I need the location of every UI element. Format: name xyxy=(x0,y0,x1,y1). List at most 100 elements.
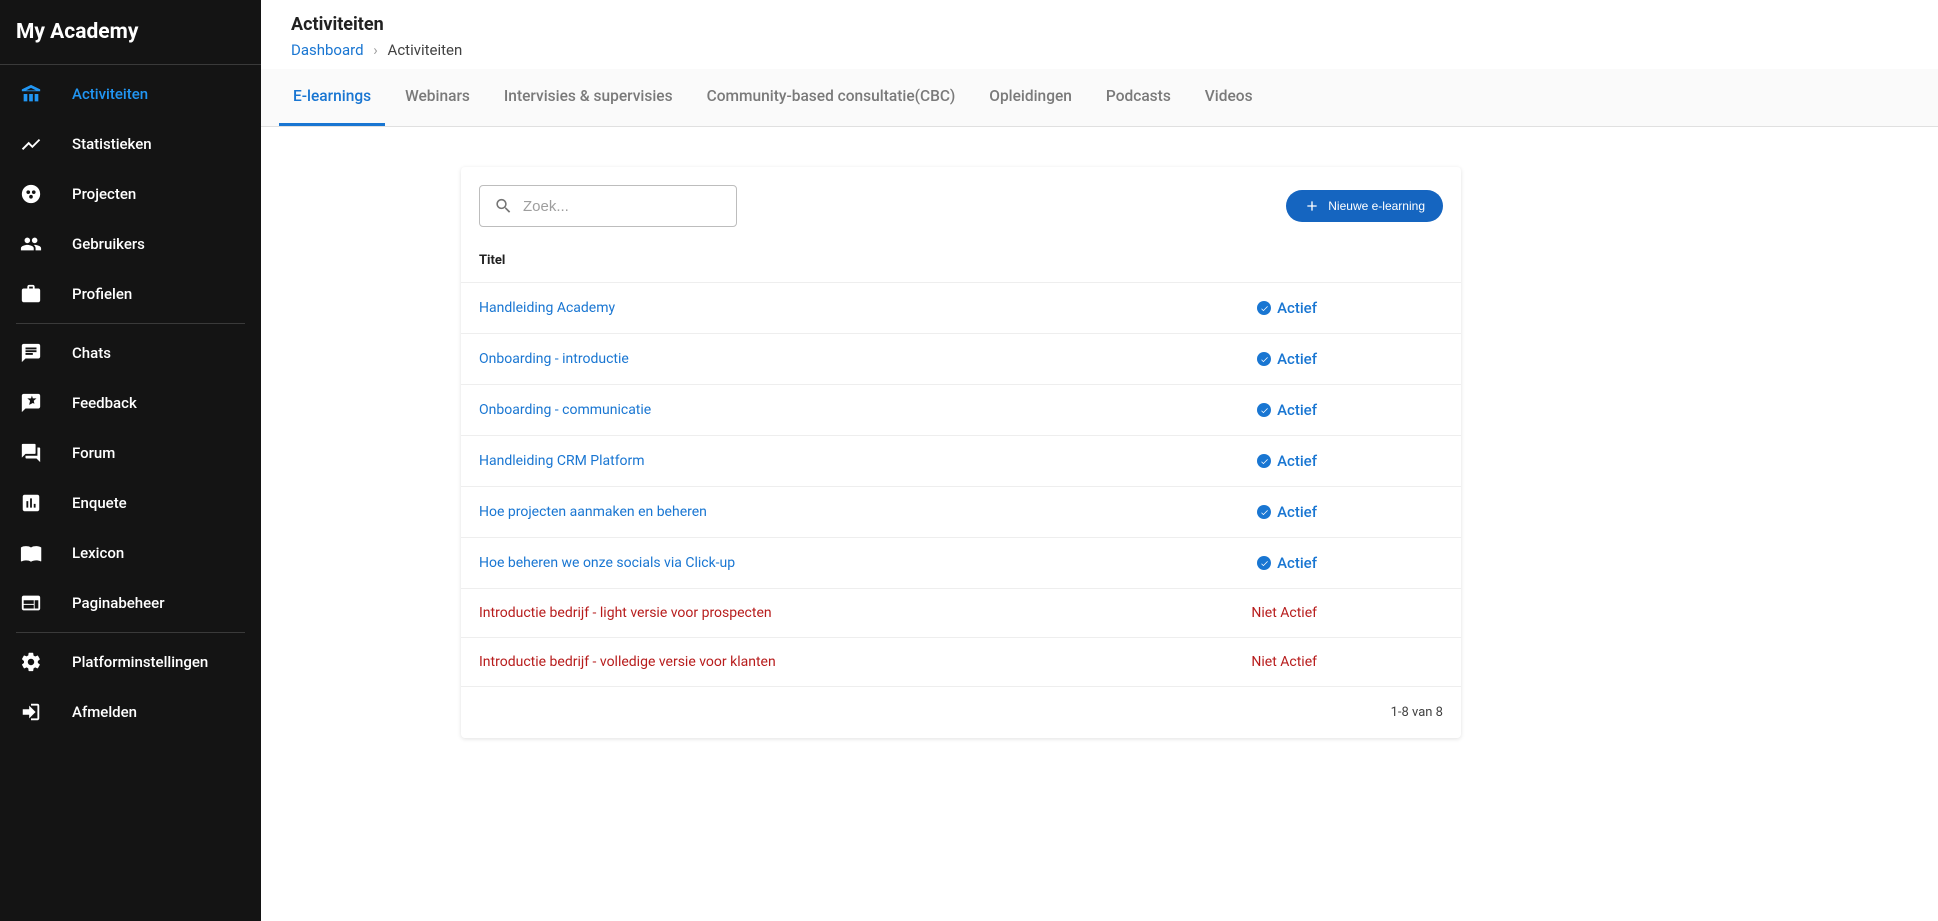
main: Activiteiten Dashboard › Activiteiten E-… xyxy=(261,0,1938,921)
status-badge: Niet Actief xyxy=(1251,654,1317,670)
sidebar-nav: Activiteiten Statistieken Projecten Gebruik… xyxy=(0,65,261,921)
breadcrumb-dashboard-link[interactable]: Dashboard xyxy=(291,41,364,59)
new-elearning-button[interactable]: Nieuwe e-learning xyxy=(1286,190,1443,222)
sidebar: My Academy Activiteiten Statistieken Proje… xyxy=(0,0,261,921)
web-icon xyxy=(20,592,42,614)
breadcrumb-separator: › xyxy=(367,41,384,59)
elearning-title-link[interactable]: Handleiding CRM Platform xyxy=(479,453,645,469)
exit-icon xyxy=(20,701,42,723)
sidebar-item-label: Chats xyxy=(72,344,111,362)
tab-community-based-consultatie-cbc-[interactable]: Community-based consultatie(CBC) xyxy=(693,69,970,126)
sidebar-item-label: Activiteiten xyxy=(72,85,148,103)
table-pagination: 1-8 van 8 xyxy=(461,686,1461,738)
sidebar-item-label: Feedback xyxy=(72,394,137,412)
book-icon xyxy=(20,542,42,564)
tab-videos[interactable]: Videos xyxy=(1191,69,1267,126)
table-row: Hoe projecten aanmaken en beheren Actief xyxy=(461,486,1461,537)
nav-divider xyxy=(16,323,245,324)
status-badge: Actief xyxy=(1257,401,1317,419)
sidebar-item-label: Paginabeheer xyxy=(72,594,165,612)
tabs-bar: E-learningsWebinarsIntervisies & supervi… xyxy=(261,69,1938,127)
sidebar-item-label: Projecten xyxy=(72,185,136,203)
check-circle-icon xyxy=(1257,454,1271,468)
sidebar-item-label: Statistieken xyxy=(72,135,152,153)
search-box[interactable] xyxy=(479,185,737,227)
sidebar-item-projects[interactable]: Projecten xyxy=(0,169,261,219)
table-row: Onboarding - introductie Actief xyxy=(461,333,1461,384)
elearnings-card: Nieuwe e-learning Titel Handleiding Acad… xyxy=(461,167,1461,738)
poll-icon xyxy=(20,492,42,514)
card-toolbar: Nieuwe e-learning xyxy=(461,167,1461,245)
sidebar-item-label: Enquete xyxy=(72,494,127,512)
status-badge: Actief xyxy=(1257,503,1317,521)
tab-podcasts[interactable]: Podcasts xyxy=(1092,69,1185,126)
chart-icon xyxy=(20,133,42,155)
elearning-title-link[interactable]: Handleiding Academy xyxy=(479,300,615,316)
sidebar-item-web[interactable]: Paginabeheer xyxy=(0,578,261,628)
sidebar-item-label: Platforminstellingen xyxy=(72,653,208,671)
content-area: Nieuwe e-learning Titel Handleiding Acad… xyxy=(261,127,1938,778)
sidebar-item-book[interactable]: Lexicon xyxy=(0,528,261,578)
sidebar-item-chart[interactable]: Statistieken xyxy=(0,119,261,169)
people-icon xyxy=(20,233,42,255)
sidebar-item-label: Forum xyxy=(72,444,115,462)
table-row: Hoe beheren we onze socials via Click-up… xyxy=(461,537,1461,588)
sidebar-item-label: Gebruikers xyxy=(72,235,145,253)
sidebar-item-forum[interactable]: Forum xyxy=(0,428,261,478)
sidebar-item-briefcase[interactable]: Profielen xyxy=(0,269,261,319)
projects-icon xyxy=(20,183,42,205)
tab-opleidingen[interactable]: Opleidingen xyxy=(975,69,1086,126)
review-icon xyxy=(20,392,42,414)
check-circle-icon xyxy=(1257,403,1271,417)
table-body: Handleiding AcademyActiefOnboarding - in… xyxy=(461,282,1461,686)
app-title: My Academy xyxy=(0,0,261,65)
add-icon xyxy=(1304,198,1320,214)
elearning-title-link[interactable]: Hoe beheren we onze socials via Click-up xyxy=(479,555,735,571)
sidebar-item-chat[interactable]: Chats xyxy=(0,328,261,378)
check-circle-icon xyxy=(1257,505,1271,519)
elearning-title-link[interactable]: Onboarding - introductie xyxy=(479,351,629,367)
status-badge: Actief xyxy=(1257,554,1317,572)
tab-e-learnings[interactable]: E-learnings xyxy=(279,69,385,126)
search-input[interactable] xyxy=(523,198,722,215)
check-circle-icon xyxy=(1257,556,1271,570)
new-elearning-label: Nieuwe e-learning xyxy=(1328,199,1425,213)
tab-intervisies-supervisies[interactable]: Intervisies & supervisies xyxy=(490,69,687,126)
table-row: Handleiding Academy Actief xyxy=(461,282,1461,333)
sidebar-item-label: Profielen xyxy=(72,285,132,303)
settings-icon xyxy=(20,651,42,673)
sidebar-item-label: Lexicon xyxy=(72,544,124,562)
sidebar-item-activities[interactable]: Activiteiten xyxy=(0,69,261,119)
nav-divider xyxy=(16,632,245,633)
sidebar-item-review[interactable]: Feedback xyxy=(0,378,261,428)
elearning-title-inactive: Introductie bedrijf - light versie voor … xyxy=(479,605,772,621)
status-badge: Actief xyxy=(1257,299,1317,317)
table-header-title: Titel xyxy=(461,245,1461,282)
page-header: Activiteiten Dashboard › Activiteiten xyxy=(261,0,1938,69)
check-circle-icon xyxy=(1257,352,1271,366)
table-row: Introductie bedrijf - volledige versie v… xyxy=(461,637,1461,686)
page-title: Activiteiten xyxy=(291,14,1908,35)
sidebar-item-exit[interactable]: Afmelden xyxy=(0,687,261,737)
status-badge: Niet Actief xyxy=(1251,605,1317,621)
tab-webinars[interactable]: Webinars xyxy=(391,69,484,126)
briefcase-icon xyxy=(20,283,42,305)
sidebar-item-people[interactable]: Gebruikers xyxy=(0,219,261,269)
elearning-title-inactive: Introductie bedrijf - volledige versie v… xyxy=(479,654,776,670)
elearning-title-link[interactable]: Hoe projecten aanmaken en beheren xyxy=(479,504,707,520)
table-row: Onboarding - communicatie Actief xyxy=(461,384,1461,435)
breadcrumb-current: Activiteiten xyxy=(388,41,463,59)
table-row: Introductie bedrijf - light versie voor … xyxy=(461,588,1461,637)
breadcrumb: Dashboard › Activiteiten xyxy=(291,41,1908,59)
activities-icon xyxy=(20,83,42,105)
status-badge: Actief xyxy=(1257,452,1317,470)
search-icon xyxy=(494,195,513,217)
table-row: Handleiding CRM Platform Actief xyxy=(461,435,1461,486)
check-circle-icon xyxy=(1257,301,1271,315)
sidebar-item-settings[interactable]: Platforminstellingen xyxy=(0,637,261,687)
sidebar-item-poll[interactable]: Enquete xyxy=(0,478,261,528)
forum-icon xyxy=(20,442,42,464)
elearning-title-link[interactable]: Onboarding - communicatie xyxy=(479,402,651,418)
status-badge: Actief xyxy=(1257,350,1317,368)
sidebar-item-label: Afmelden xyxy=(72,703,137,721)
